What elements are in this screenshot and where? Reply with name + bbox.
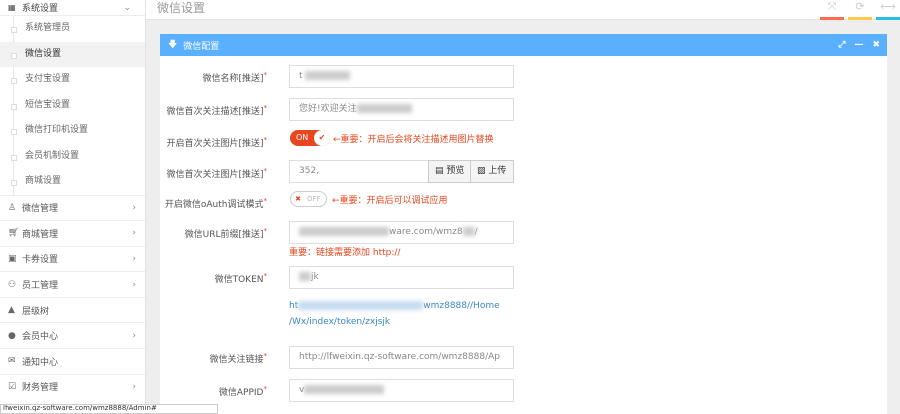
cart-icon: 🛒︎ (8, 228, 20, 239)
panel-header: 🡇 微信配置 ⤢ — ✖ (160, 34, 887, 56)
oauth-note: ←重要：开启后可以调试应用 (332, 196, 448, 206)
img-toggle-label: 开启首次关注图片[推送]* (166, 136, 267, 149)
appid-label: 微信APPID* (218, 385, 267, 398)
sidebar-item-wechat-settings[interactable]: 微信设置 (0, 41, 145, 67)
penguin-icon: ♙ (8, 202, 17, 213)
refresh-icon: ⟳ (855, 0, 865, 13)
arrows-horizontal-icon: ⟷ (880, 0, 896, 13)
sidebar-item-tree[interactable]: ▲ 层级树 (0, 296, 145, 323)
chevron-right-icon: › (132, 330, 136, 341)
img-toggle-note: ←重要：开启后会将关注描述用图片替换 (333, 135, 494, 145)
arrow-down-icon: 🡇 (168, 40, 178, 50)
refresh-button[interactable]: ⟳ (848, 0, 872, 20)
money-icon: ▣ (8, 253, 17, 264)
grid-icon: ▦ (8, 3, 16, 12)
sitemap-icon: ⚇ (8, 279, 17, 290)
wechat-config-panel: 🡇 微信配置 ⤢ — ✖ 微信名称[推送]* t 微信首次关注描述[推送]* 您… (160, 34, 887, 414)
url-prefix-label: 微信URL前缀[推送]* (184, 227, 267, 240)
follow-image-label: 微信首次关注图片[推送]* (166, 167, 267, 180)
fullscreen-button[interactable]: ⤧ (820, 0, 844, 20)
oauth-label: 开启微信oAuth调试模式* (164, 197, 267, 210)
top-bar: 微信设置 ⤧ ⟳ ⟷ (146, 0, 900, 20)
sidebar-item-admins[interactable]: 系统管理员 (0, 16, 145, 42)
close-icon[interactable]: ✖ (872, 40, 880, 50)
width-toggle-button[interactable]: ⟷ (876, 0, 900, 20)
token-url-link[interactable]: ht wmz8888//Home/Wx/index/token/zxjsjk (289, 298, 519, 330)
url-prefix-note: 重要：链接需要添加 http:// (289, 248, 401, 258)
browser-status-bar: lfweixin.qz-software.com/wmz8888/Admin# (0, 404, 218, 414)
oauth-toggle[interactable]: ✖ OFF (290, 191, 327, 207)
chevron-right-icon: › (132, 253, 136, 264)
follow-image-toggle[interactable]: ON ✔ (290, 130, 330, 146)
wechat-name-label: 微信名称[推送]* (202, 71, 267, 84)
sidebar-item-coupons[interactable]: ▣ 卡券设置 › (0, 245, 145, 272)
checkbox-icon: ☑ (8, 381, 17, 392)
envelope-icon: ✉ (8, 356, 16, 367)
upload-button[interactable]: ▨ 上传 (470, 160, 514, 183)
minimize-icon[interactable]: — (854, 40, 863, 50)
wechat-name-input[interactable]: t (289, 65, 514, 88)
url-prefix-input[interactable]: ware.com/wmz8/ (289, 221, 514, 244)
expand-icon: ⤧ (827, 0, 837, 13)
page-title: 微信设置 (157, 1, 206, 15)
follow-image-input[interactable]: 352, (289, 160, 429, 183)
token-label: 微信TOKEN* (214, 272, 267, 285)
sidebar-item-members[interactable]: ● 会员中心 › (0, 322, 145, 348)
follow-desc-label: 微信首次关注描述[推送]* (166, 104, 267, 117)
follow-link-label: 微信关注链接* (209, 352, 267, 365)
token-input[interactable]: jk (289, 266, 514, 289)
sidebar-section-system[interactable]: ▦ 系统设置 ⌄ (0, 0, 145, 16)
preview-button[interactable]: ▤ 预览 (428, 160, 472, 183)
user-icon: ● (8, 330, 16, 341)
chevron-down-icon: ⌄ (123, 2, 131, 13)
follow-desc-input[interactable]: 您好!欢迎关注 (289, 98, 514, 121)
appid-input[interactable]: v (289, 379, 514, 402)
follow-link-input[interactable]: http://lfweixin.qz-software.com/wmz8888/… (289, 346, 514, 369)
image-icon: ▤ (435, 166, 444, 176)
check-icon: ✔ (314, 130, 330, 146)
x-icon: ✖ (295, 195, 301, 203)
tree-icon: ▲ (8, 305, 15, 316)
expand-icon[interactable]: ⤢ (838, 40, 845, 50)
picture-icon: ▨ (477, 166, 486, 176)
